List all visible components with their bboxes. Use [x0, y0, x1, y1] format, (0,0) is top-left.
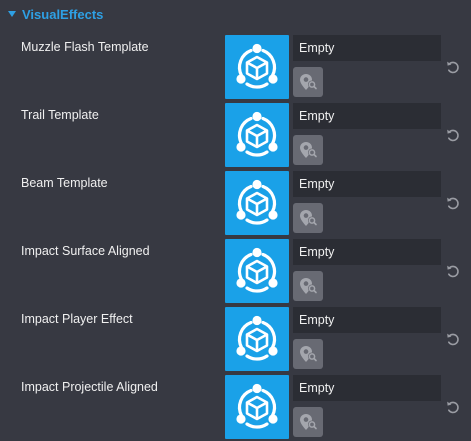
asset-thumbnail[interactable]	[225, 375, 289, 439]
reset-icon	[443, 333, 463, 353]
asset-value-text: Empty	[299, 109, 335, 123]
property-row: Muzzle Flash Template Empty	[0, 35, 471, 99]
asset-thumbnail[interactable]	[225, 103, 289, 167]
asset-thumbnail[interactable]	[225, 307, 289, 371]
property-row: Trail Template Empty	[0, 103, 471, 167]
asset-thumbnail[interactable]	[225, 239, 289, 303]
pick-asset-button[interactable]	[293, 339, 323, 369]
property-row: Impact Projectile Aligned Empty	[0, 375, 471, 439]
asset-value-text: Empty	[299, 41, 335, 55]
reset-icon	[443, 129, 463, 149]
asset-thumbnail[interactable]	[225, 171, 289, 235]
asset-value-field[interactable]: Empty	[293, 171, 441, 197]
pick-asset-button[interactable]	[293, 271, 323, 301]
property-label: Trail Template	[21, 108, 99, 122]
property-row: Impact Player Effect Empty	[0, 307, 471, 371]
reset-button[interactable]	[443, 261, 463, 281]
pick-asset-button[interactable]	[293, 203, 323, 233]
property-row: Impact Surface Aligned Empty	[0, 239, 471, 303]
asset-value-field[interactable]: Empty	[293, 375, 441, 401]
pick-asset-button[interactable]	[293, 67, 323, 97]
property-label: Beam Template	[21, 176, 108, 190]
reset-button[interactable]	[443, 329, 463, 349]
asset-value-text: Empty	[299, 313, 335, 327]
collapse-arrow-icon[interactable]	[8, 11, 16, 17]
reset-icon	[443, 401, 463, 421]
section-title: VisualEffects	[22, 7, 104, 22]
asset-value-field[interactable]: Empty	[293, 239, 441, 265]
property-label: Impact Projectile Aligned	[21, 380, 158, 394]
asset-value-text: Empty	[299, 381, 335, 395]
reset-button[interactable]	[443, 397, 463, 417]
asset-value-text: Empty	[299, 177, 335, 191]
visual-effects-section-header[interactable]: VisualEffects	[0, 0, 471, 30]
property-label: Impact Surface Aligned	[21, 244, 150, 258]
asset-value-field[interactable]: Empty	[293, 103, 441, 129]
asset-value-text: Empty	[299, 245, 335, 259]
pick-asset-button[interactable]	[293, 407, 323, 437]
pick-asset-button[interactable]	[293, 135, 323, 165]
property-label: Impact Player Effect	[21, 312, 133, 326]
reset-icon	[443, 265, 463, 285]
property-label: Muzzle Flash Template	[21, 40, 149, 54]
reset-button[interactable]	[443, 57, 463, 77]
asset-thumbnail[interactable]	[225, 35, 289, 99]
asset-value-field[interactable]: Empty	[293, 307, 441, 333]
reset-button[interactable]	[443, 193, 463, 213]
reset-icon	[443, 61, 463, 81]
asset-value-field[interactable]: Empty	[293, 35, 441, 61]
reset-button[interactable]	[443, 125, 463, 145]
properties-panel: VisualEffects Muzzle Flash Template Empt…	[0, 0, 471, 441]
reset-icon	[443, 197, 463, 217]
property-row: Beam Template Empty	[0, 171, 471, 235]
